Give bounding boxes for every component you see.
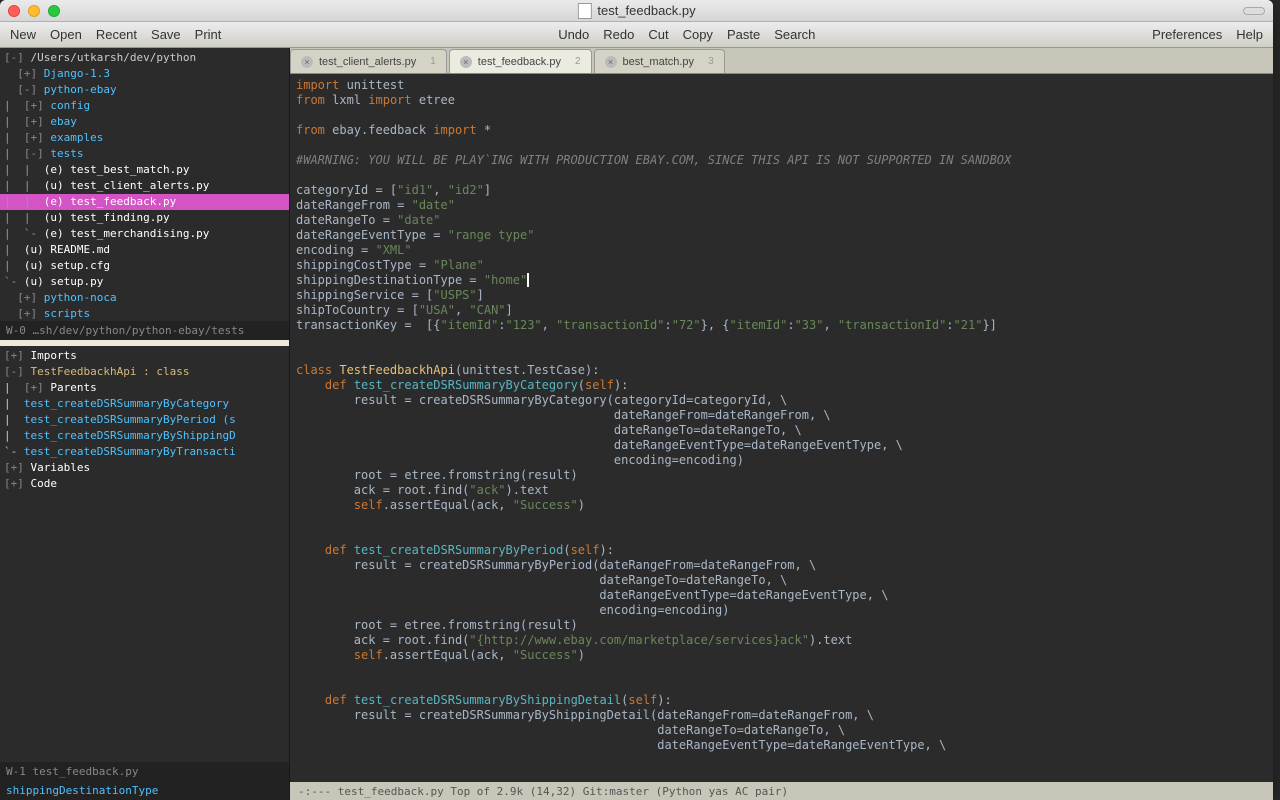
outline-tree[interactable]: [+] Imports[-] TestFeedbackhApi : class|…: [0, 346, 289, 494]
menu-print[interactable]: Print: [195, 27, 222, 42]
outline-item[interactable]: [+] Variables: [0, 460, 289, 476]
tree-item[interactable]: | [+] ebay: [0, 114, 289, 130]
outline-item[interactable]: [+] Imports: [0, 348, 289, 364]
menu-open[interactable]: Open: [50, 27, 82, 42]
tab-label: test_feedback.py: [478, 56, 561, 68]
tree-item[interactable]: | | (e) test_feedback.py: [0, 194, 289, 210]
tree-item[interactable]: [-] /Users/utkarsh/dev/python: [0, 50, 289, 66]
tree-item[interactable]: [+] scripts: [0, 306, 289, 321]
outline-item[interactable]: | test_createDSRSummaryByCategory: [0, 396, 289, 412]
tree-item[interactable]: | | (u) test_finding.py: [0, 210, 289, 226]
minibuffer: shippingDestinationType: [0, 781, 289, 800]
close-icon[interactable]: [8, 5, 20, 17]
outline-item[interactable]: [-] TestFeedbackhApi : class: [0, 364, 289, 380]
tree-item[interactable]: | [+] examples: [0, 130, 289, 146]
menu-preferences[interactable]: Preferences: [1152, 27, 1222, 42]
tree-item[interactable]: | [+] config: [0, 98, 289, 114]
window-title: test_feedback.py: [577, 3, 695, 19]
app-window: test_feedback.py New Open Recent Save Print …: [0, 0, 1273, 800]
tree-item[interactable]: `- (u) setup.py: [0, 274, 289, 290]
titlebar[interactable]: test_feedback.py: [0, 0, 1273, 22]
tree-item[interactable]: | | (u) test_client_alerts.py: [0, 178, 289, 194]
maximize-icon[interactable]: [48, 5, 60, 17]
tree-item[interactable]: [+] python-noca: [0, 290, 289, 306]
tab-number: 2: [575, 56, 581, 67]
tree-item[interactable]: [+] Django-1.3: [0, 66, 289, 82]
menu-copy[interactable]: Copy: [683, 27, 713, 42]
menu-paste[interactable]: Paste: [727, 27, 760, 42]
menu-save[interactable]: Save: [151, 27, 181, 42]
tree-item[interactable]: | (u) setup.cfg: [0, 258, 289, 274]
file-tree[interactable]: [-] /Users/utkarsh/dev/python [+] Django…: [0, 48, 289, 321]
titlebar-pill[interactable]: [1243, 7, 1265, 15]
tree-item[interactable]: | [-] tests: [0, 146, 289, 162]
modeline-text: -:--- test_feedback.py Top of 2.9k (14,3…: [298, 785, 788, 798]
menu-recent[interactable]: Recent: [96, 27, 137, 42]
close-icon[interactable]: ×: [460, 56, 472, 68]
code-editor[interactable]: import unittestfrom lxml import etree fr…: [290, 74, 1273, 782]
modeline: -:--- test_feedback.py Top of 2.9k (14,3…: [290, 782, 1273, 800]
title-text: test_feedback.py: [597, 3, 695, 18]
sidebar: [-] /Users/utkarsh/dev/python [+] Django…: [0, 48, 290, 800]
tab-bar: × test_client_alerts.py 1 × test_feedback.py…: [290, 48, 1273, 74]
outline-item[interactable]: | test_createDSRSummaryByPeriod (s: [0, 412, 289, 428]
traffic-lights: [8, 5, 60, 17]
tree-item[interactable]: | (u) README.md: [0, 242, 289, 258]
tab-number: 1: [430, 56, 436, 67]
menu-undo[interactable]: Undo: [558, 27, 589, 42]
tab-number: 3: [708, 56, 714, 67]
tab-test_client_alerts-py[interactable]: × test_client_alerts.py 1: [290, 49, 447, 73]
menu-new[interactable]: New: [10, 27, 36, 42]
toolbar: New Open Recent Save Print Undo Redo Cut Copy Pa…: [0, 22, 1273, 48]
menu-help[interactable]: Help: [1236, 27, 1263, 42]
outline-item[interactable]: `- test_createDSRSummaryByTransacti: [0, 444, 289, 460]
document-icon: [577, 3, 591, 19]
minimize-icon[interactable]: [28, 5, 40, 17]
tree-item[interactable]: | `- (e) test_merchandising.py: [0, 226, 289, 242]
tree-item[interactable]: [-] python-ebay: [0, 82, 289, 98]
outline-item[interactable]: | [+] Parents: [0, 380, 289, 396]
menu-redo[interactable]: Redo: [603, 27, 634, 42]
tab-label: best_match.py: [623, 56, 695, 68]
close-icon[interactable]: ×: [301, 56, 313, 68]
main: [-] /Users/utkarsh/dev/python [+] Django…: [0, 48, 1273, 800]
menu-search[interactable]: Search: [774, 27, 815, 42]
tab-test_feedback-py[interactable]: × test_feedback.py 2: [449, 49, 592, 73]
status-w0: W-0 …sh/dev/python/python-ebay/tests: [0, 321, 289, 340]
tab-label: test_client_alerts.py: [319, 56, 416, 68]
status-w1: W-1 test_feedback.py: [0, 762, 289, 781]
close-icon[interactable]: ×: [605, 56, 617, 68]
editor-area: × test_client_alerts.py 1 × test_feedback.py…: [290, 48, 1273, 800]
tab-best_match-py[interactable]: × best_match.py 3: [594, 49, 725, 73]
menu-cut[interactable]: Cut: [648, 27, 668, 42]
outline-item[interactable]: | test_createDSRSummaryByShippingD: [0, 428, 289, 444]
outline-item[interactable]: [+] Code: [0, 476, 289, 492]
tree-item[interactable]: | | (e) test_best_match.py: [0, 162, 289, 178]
